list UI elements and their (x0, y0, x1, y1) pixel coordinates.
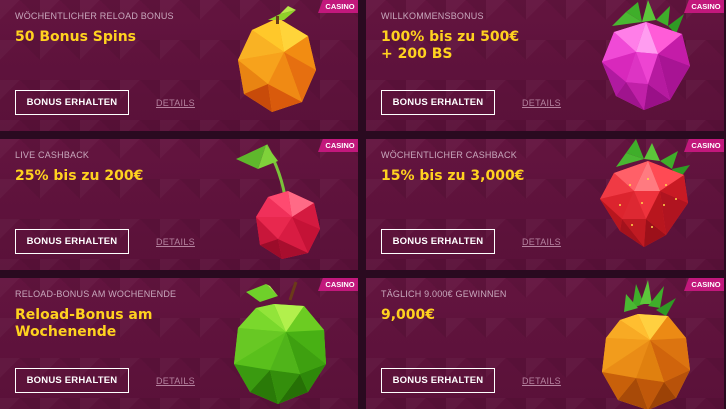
bonus-card-welcome: WILLKOMMENSBONUS 100% bis zu 500€ + 200 … (366, 0, 724, 131)
lemon-icon (238, 6, 316, 112)
details-link[interactable]: DETAILS (156, 98, 195, 108)
bonus-card-daily-win: TÄGLICH 9.000€ GEWINNEN 9,000€ BONUS ERH… (366, 278, 724, 409)
get-bonus-button[interactable]: BONUS ERHALTEN (381, 90, 495, 115)
bonus-card-weekend-reload: RELOAD-BONUS AM WOCHENENDE Reload-Bonus … (0, 278, 358, 409)
card-subtitle: WILLKOMMENSBONUS (381, 11, 484, 21)
bonus-grid: WÖCHENTLICHER RELOAD BONUS 50 Bonus Spin… (0, 0, 726, 409)
details-link[interactable]: DETAILS (522, 237, 561, 247)
strawberry-icon (600, 139, 690, 247)
details-link[interactable]: DETAILS (156, 237, 195, 247)
card-title: 100% bis zu 500€ + 200 BS (381, 29, 520, 62)
bonus-card-live-cashback: LIVE CASHBACK 25% bis zu 200€ BONUS ERHA… (0, 139, 358, 270)
card-subtitle: RELOAD-BONUS AM WOCHENENDE (15, 289, 177, 299)
card-title: 9,000€ (381, 307, 436, 323)
casino-badge: CASINO (318, 0, 358, 13)
get-bonus-button[interactable]: BONUS ERHALTEN (381, 368, 495, 393)
casino-badge: CASINO (684, 0, 724, 13)
card-title: 25% bis zu 200€ (15, 168, 144, 184)
casino-badge: CASINO (684, 278, 724, 291)
casino-badge: CASINO (684, 139, 724, 152)
get-bonus-button[interactable]: BONUS ERHALTEN (15, 368, 129, 393)
details-link[interactable]: DETAILS (156, 376, 195, 386)
cherry-icon (236, 144, 320, 259)
bonus-card-weekly-reload: WÖCHENTLICHER RELOAD BONUS 50 Bonus Spin… (0, 0, 358, 131)
card-subtitle: TÄGLICH 9.000€ GEWINNEN (381, 289, 507, 299)
get-bonus-button[interactable]: BONUS ERHALTEN (381, 229, 495, 254)
get-bonus-button[interactable]: BONUS ERHALTEN (15, 229, 129, 254)
apple-icon (234, 281, 326, 404)
raspberry-icon (602, 0, 690, 110)
pineapple-icon (602, 280, 690, 409)
casino-badge: CASINO (318, 139, 358, 152)
details-link[interactable]: DETAILS (522, 376, 561, 386)
card-subtitle: WÖCHENTLICHER RELOAD BONUS (15, 11, 174, 21)
card-title: Reload-Bonus am Wochenende (15, 307, 153, 340)
card-title: 50 Bonus Spins (15, 29, 136, 45)
card-title: 15% bis zu 3,000€ (381, 168, 525, 184)
details-link[interactable]: DETAILS (522, 98, 561, 108)
card-subtitle: LIVE CASHBACK (15, 150, 90, 160)
bonus-card-weekly-cashback: WÖCHENTLICHER CASHBACK 15% bis zu 3,000€… (366, 139, 724, 270)
card-subtitle: WÖCHENTLICHER CASHBACK (381, 150, 517, 160)
get-bonus-button[interactable]: BONUS ERHALTEN (15, 90, 129, 115)
casino-badge: CASINO (318, 278, 358, 291)
